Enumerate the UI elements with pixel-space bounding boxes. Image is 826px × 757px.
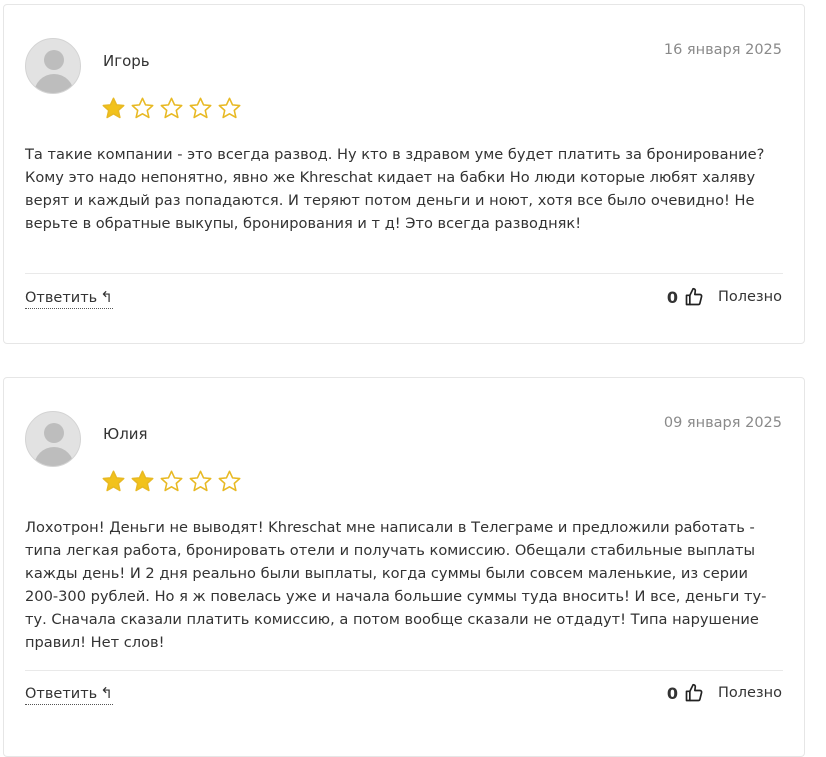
user-avatar-icon	[25, 38, 81, 94]
review-date: 16 января 2025	[663, 42, 782, 58]
star-empty-icon	[189, 97, 212, 119]
divider	[25, 273, 783, 274]
reply-label: Ответить	[25, 290, 98, 306]
helpful-section: 0 Полезно	[667, 683, 782, 703]
star-empty-icon	[131, 97, 154, 119]
review-author: Игорь	[103, 52, 150, 70]
reply-arrow-icon: ↰	[100, 288, 113, 306]
reply-button[interactable]: Ответить ↰	[25, 288, 113, 309]
star-empty-icon	[218, 470, 241, 492]
helpful-label[interactable]: Полезно	[718, 289, 782, 305]
reply-label: Ответить	[25, 686, 98, 702]
star-filled-icon	[131, 470, 154, 492]
user-avatar-icon	[25, 411, 81, 467]
star-filled-icon	[102, 97, 125, 119]
review-author: Юлия	[103, 425, 148, 443]
star-empty-icon	[160, 97, 183, 119]
rating-stars	[101, 469, 242, 494]
rating-stars	[101, 96, 242, 121]
thumbs-up-icon[interactable]	[684, 287, 704, 307]
helpful-label[interactable]: Полезно	[718, 685, 782, 701]
review-card: Игорь 16 января 2025 Та такие компании -…	[3, 4, 805, 344]
helpful-count: 0	[666, 287, 678, 307]
star-empty-icon	[160, 470, 183, 492]
reply-button[interactable]: Ответить ↰	[25, 684, 113, 705]
star-filled-icon	[102, 470, 125, 492]
star-empty-icon	[189, 470, 212, 492]
helpful-section: 0 Полезно	[667, 287, 782, 307]
divider	[25, 670, 783, 671]
star-empty-icon	[218, 97, 241, 119]
review-text: Лохотрон! Деньги не выводят! Khreschat м…	[25, 519, 767, 651]
thumbs-up-icon[interactable]	[684, 683, 704, 703]
helpful-count: 0	[666, 683, 678, 703]
review-date: 09 января 2025	[663, 415, 782, 431]
review-text: Та такие компании - это всегда развод. Н…	[25, 146, 765, 232]
review-card: Юлия 09 января 2025 Лохотрон! Деньги не …	[3, 377, 805, 757]
reply-arrow-icon: ↰	[100, 684, 113, 702]
